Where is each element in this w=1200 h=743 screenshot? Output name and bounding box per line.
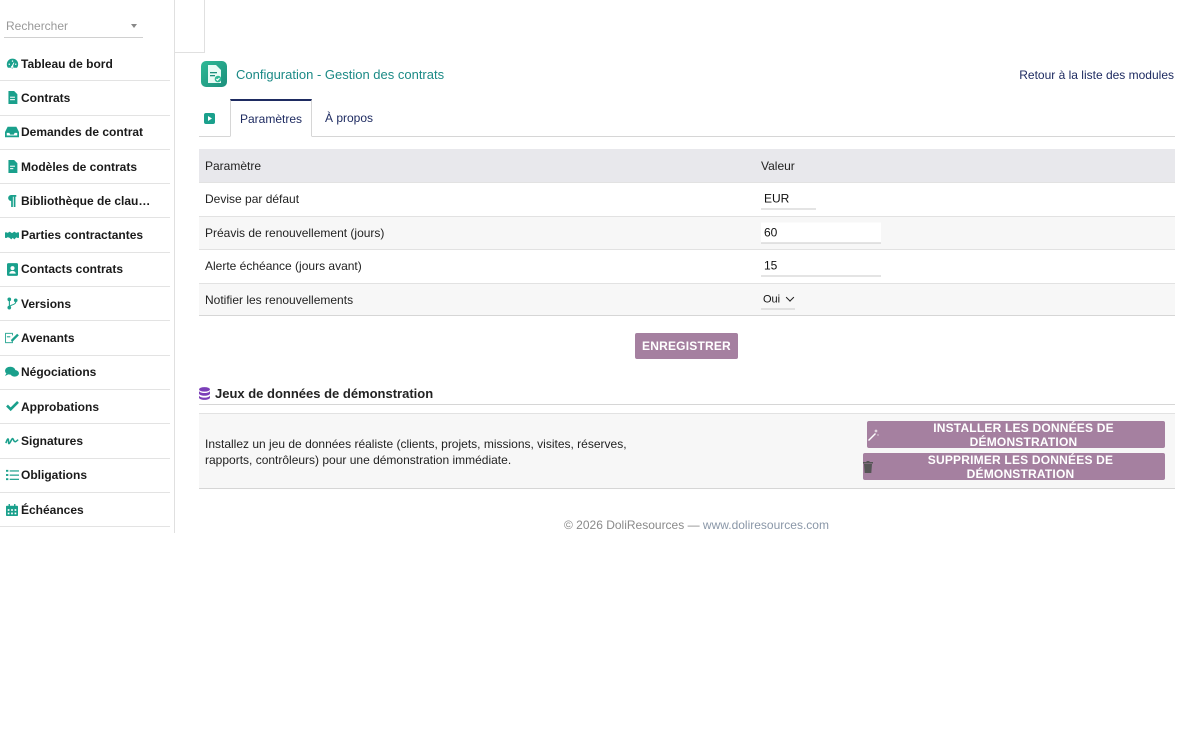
menu-item-templates[interactable]: Modèles de contrats bbox=[0, 150, 170, 185]
demo-section-title: Jeux de données de démonstration bbox=[199, 382, 1175, 405]
menu-item-versions[interactable]: Versions bbox=[0, 287, 170, 322]
param-label: Notifier les renouvellements bbox=[205, 292, 354, 307]
branch-icon bbox=[5, 297, 19, 311]
value-cell bbox=[761, 222, 881, 244]
renewal-notice-days-field[interactable] bbox=[761, 222, 881, 244]
demo-description: Installez un jeu de données réaliste (cl… bbox=[205, 437, 627, 467]
trash-icon bbox=[863, 460, 873, 473]
menu-item-obligations[interactable]: Obligations bbox=[0, 459, 170, 493]
edit-file-icon bbox=[5, 331, 19, 345]
menu-item-label: Obligations bbox=[21, 468, 87, 483]
menu-item-contract-requests[interactable]: Demandes de contrat bbox=[0, 116, 170, 150]
database-icon bbox=[199, 386, 210, 400]
menu-item-label: Tableau de bord bbox=[21, 56, 113, 71]
param-label: Alerte échéance (jours avant) bbox=[205, 259, 362, 274]
handshake-icon bbox=[5, 228, 19, 242]
default-currency-field[interactable] bbox=[761, 188, 816, 210]
comments-icon bbox=[5, 365, 19, 379]
page-title: Configuration - Gestion des contrats bbox=[236, 67, 445, 82]
signature-icon bbox=[5, 434, 19, 448]
table-row: Préavis de renouvellement (jours) bbox=[199, 215, 1175, 250]
param-label: Préavis de renouvellement (jours) bbox=[205, 225, 385, 240]
column-header-parameter: Paramètre bbox=[205, 158, 262, 173]
value-cell: Oui bbox=[761, 290, 796, 310]
search-box[interactable] bbox=[4, 16, 143, 38]
menu-item-deadlines[interactable]: Échéances bbox=[0, 493, 170, 528]
menu-item-label: Approbations bbox=[21, 399, 99, 414]
tab-bar: Paramètres À propos bbox=[199, 99, 1175, 137]
file-icon bbox=[5, 91, 19, 105]
footer: © 2026 DoliResources — www.doliresources… bbox=[564, 518, 829, 532]
menu-item-label: Versions bbox=[21, 296, 72, 311]
chevron-down-icon bbox=[785, 293, 795, 302]
delete-demo-data-button[interactable]: SUPPRIMER LES DONNÉES DE DÉMONSTRATION bbox=[863, 452, 1165, 481]
footer-copyright: © 2026 DoliResources — bbox=[564, 518, 703, 532]
menu-item-parties[interactable]: Parties contractantes bbox=[0, 218, 170, 253]
menu-item-label: Demandes de contrat bbox=[21, 125, 144, 140]
menu-item-label: Contacts contrats bbox=[21, 262, 124, 277]
parameters-table: Paramètre Valeur Devise par défaut Préav… bbox=[199, 149, 1175, 317]
module-icon bbox=[204, 113, 215, 124]
file-template-icon bbox=[5, 160, 19, 174]
menu-item-label: Modèles de contrats bbox=[21, 159, 138, 174]
inbox-icon bbox=[5, 125, 19, 139]
double-check-icon bbox=[5, 400, 19, 414]
menu-item-contacts[interactable]: Contacts contrats bbox=[0, 253, 170, 288]
table-header: Paramètre Valeur bbox=[199, 149, 1175, 182]
tab-parameters[interactable]: Paramètres bbox=[230, 99, 312, 137]
calendar-icon bbox=[5, 503, 19, 517]
contract-config-icon bbox=[201, 61, 227, 87]
list-check-icon bbox=[5, 468, 19, 482]
menu-item-negotiations[interactable]: Négociations bbox=[0, 356, 170, 390]
notify-renewals-select[interactable]: Oui bbox=[761, 290, 796, 310]
menu-item-approvals[interactable]: Approbations bbox=[0, 390, 170, 425]
install-demo-data-button[interactable]: INSTALLER LES DONNÉES DE DÉMONSTRATION bbox=[867, 420, 1165, 449]
menu-item-label: Négociations bbox=[21, 365, 97, 380]
menu-item-contracts[interactable]: Contrats bbox=[0, 81, 170, 116]
menu-list: Tableau de bord Contrats Demandes de con… bbox=[0, 47, 170, 528]
deadline-alert-days-field[interactable] bbox=[761, 255, 881, 277]
table-row: Alerte échéance (jours avant) bbox=[199, 249, 1175, 283]
save-button[interactable]: ENREGISTRER bbox=[635, 333, 738, 359]
table-row: Notifier les renouvellements Oui bbox=[199, 282, 1175, 317]
magic-wand-icon bbox=[867, 428, 879, 441]
menu-item-label: Bibliothèque de clau… bbox=[21, 193, 151, 208]
param-label: Devise par défaut bbox=[205, 192, 300, 207]
menu-item-label: Contrats bbox=[21, 90, 71, 105]
menu-item-label: Signatures bbox=[21, 433, 84, 448]
menu-item-amendments[interactable]: Avenants bbox=[0, 321, 170, 356]
dashboard-icon bbox=[5, 57, 19, 71]
table-row: Devise par défaut bbox=[199, 182, 1175, 216]
value-cell bbox=[761, 188, 816, 210]
menu-corner bbox=[175, 0, 205, 53]
menu-item-label: Échéances bbox=[21, 502, 84, 517]
menu-item-label: Avenants bbox=[21, 331, 75, 346]
section-title-text: Jeux de données de démonstration bbox=[215, 385, 434, 401]
value-cell bbox=[761, 255, 881, 277]
select-value: Oui bbox=[763, 293, 781, 306]
chevron-down-icon[interactable] bbox=[131, 24, 137, 28]
install-demo-label: INSTALLER LES DONNÉES DE DÉMONSTRATION bbox=[933, 420, 1114, 449]
menu-item-clause-library[interactable]: Bibliothèque de clau… bbox=[0, 184, 170, 219]
paragraph-icon bbox=[5, 194, 19, 208]
menu-item-label: Parties contractantes bbox=[21, 228, 144, 243]
search-input[interactable] bbox=[4, 16, 124, 36]
tab-about[interactable]: À propos bbox=[325, 99, 373, 137]
back-to-modules-link[interactable]: Retour à la liste des modules bbox=[1019, 68, 1174, 82]
menu-item-dashboard[interactable]: Tableau de bord bbox=[0, 47, 170, 82]
left-menu: Tableau de bord Contrats Demandes de con… bbox=[0, 0, 175, 533]
delete-demo-label: SUPPRIMER LES DONNÉES DE DÉMONSTRATION bbox=[927, 452, 1114, 481]
menu-item-signatures[interactable]: Signatures bbox=[0, 424, 170, 459]
contact-card-icon bbox=[5, 262, 19, 276]
column-header-value: Valeur bbox=[761, 158, 795, 173]
footer-website-link[interactable]: www.doliresources.com bbox=[703, 518, 829, 532]
